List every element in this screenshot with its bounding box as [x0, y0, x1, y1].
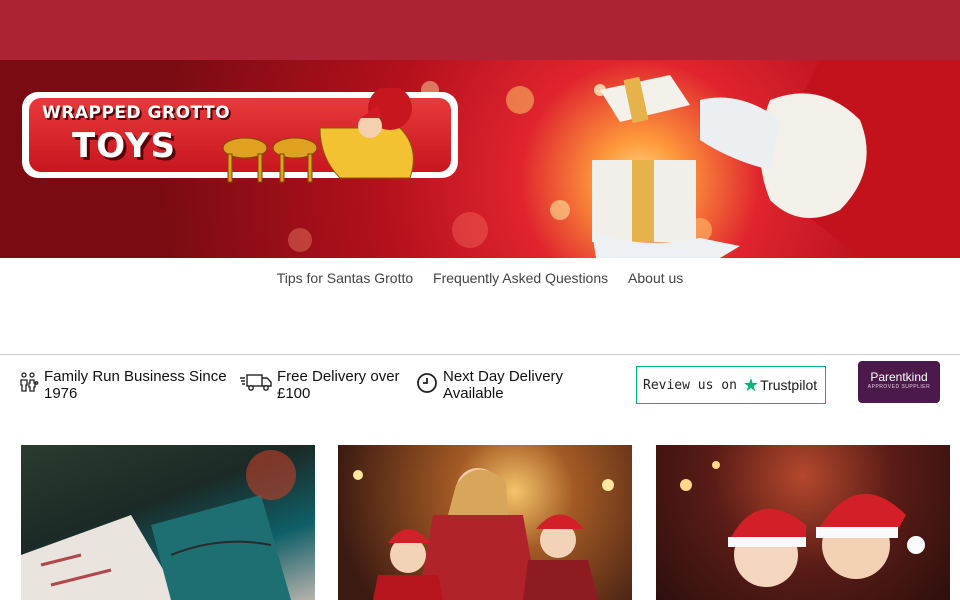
usp-next-day: Next Day Delivery Available — [416, 368, 586, 402]
usp-family-run: Family Run Business Since 1976 — [19, 368, 239, 402]
parentkind-badge[interactable]: Parentkind APPROVED SUPPLIER — [858, 361, 940, 403]
trustpilot-star-icon: ★ — [742, 374, 760, 396]
family-christmas-image — [353, 468, 614, 600]
logo-text-top: WRAPPED GROTTO — [42, 103, 231, 123]
logo-text-main: TOYS — [72, 126, 176, 166]
wrapped-presents-image — [21, 450, 296, 600]
usp-next-day-text: Next Day Delivery Available — [443, 368, 564, 402]
nav-about-us[interactable]: About us — [628, 270, 683, 286]
card-children-santa-hats[interactable] — [656, 445, 950, 600]
trustpilot-prefix: Review us on — [643, 377, 737, 393]
card-family-christmas[interactable] — [338, 445, 632, 600]
usp-free-delivery: Free Delivery over £100 — [240, 368, 410, 402]
family-icon — [19, 372, 39, 396]
children-santa-hats-image — [680, 461, 925, 587]
nav-faq[interactable]: Frequently Asked Questions — [433, 270, 608, 286]
usp-free-delivery-text: Free Delivery over £100 — [277, 368, 400, 402]
main-navigation: Tips for Santas Grotto Frequently Asked … — [0, 270, 960, 286]
nav-tips-santas-grotto[interactable]: Tips for Santas Grotto — [277, 270, 413, 286]
top-header-bar — [0, 0, 960, 60]
clock-icon — [416, 372, 438, 398]
trustpilot-brand: Trustpilot — [760, 377, 818, 393]
trustpilot-review-button[interactable]: Review us on ★ Trustpilot — [636, 366, 826, 404]
usp-family-run-text: Family Run Business Since 1976 — [44, 368, 227, 402]
parentkind-sub: APPROVED SUPPLIER — [867, 384, 931, 390]
card-wrapped-presents[interactable] — [21, 445, 315, 600]
section-divider — [0, 354, 960, 355]
delivery-truck-icon — [240, 372, 272, 396]
parentkind-name: Parentkind — [870, 370, 928, 384]
reindeer-sleigh-icon — [222, 88, 414, 183]
